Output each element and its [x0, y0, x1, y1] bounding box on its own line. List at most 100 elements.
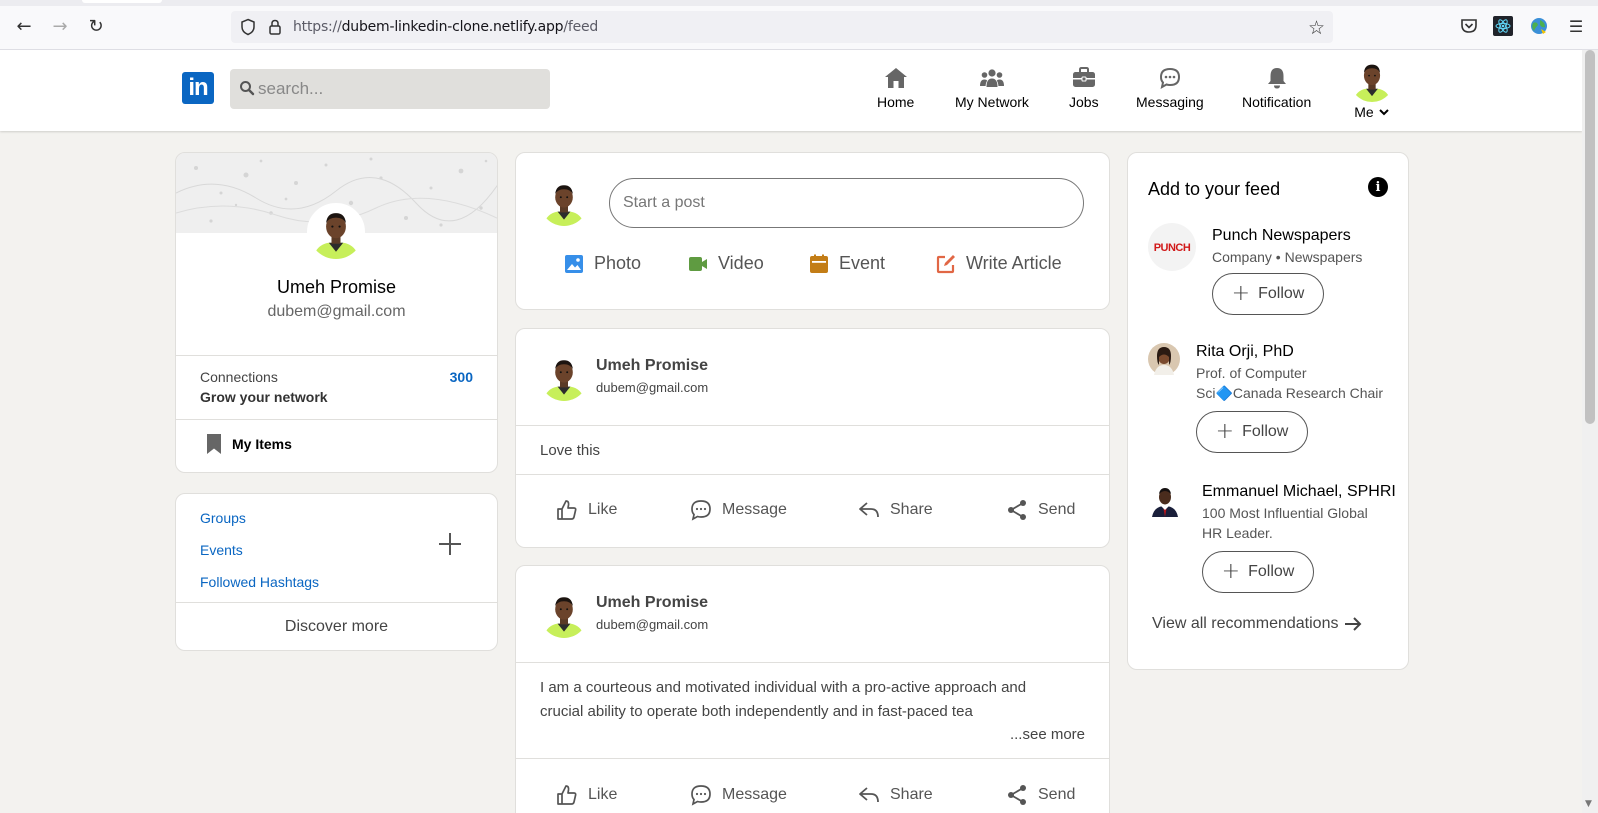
divider [176, 602, 497, 603]
nav-home[interactable]: Home [877, 66, 914, 110]
rec-avatar[interactable] [1148, 343, 1180, 375]
url-path: /feed [563, 19, 599, 35]
connections-count[interactable]: 300 [450, 369, 473, 385]
feed-post: Umeh Promise dubem@gmail.com I am a cour… [515, 565, 1110, 813]
share-button[interactable]: Share [858, 499, 933, 521]
write-article-button[interactable]: Write Article [936, 253, 1062, 274]
rec-subtitle: Prof. of Computer [1196, 365, 1307, 381]
grow-network-link[interactable]: Grow your network [200, 389, 328, 405]
browser-toolbar: ← → ↻ https://dubem-linkedin-clone.netli… [0, 0, 1598, 50]
video-button[interactable]: Video [688, 253, 764, 274]
event-button[interactable]: Event [809, 253, 885, 274]
post-text-line: I am a courteous and motivated individua… [540, 679, 1027, 696]
add-event-plus-icon[interactable] [438, 532, 462, 556]
message-button[interactable]: Message [690, 499, 787, 521]
calendar-icon [810, 254, 828, 273]
video-label: Video [718, 253, 764, 273]
discover-more-link[interactable]: Discover more [176, 618, 497, 636]
search-input[interactable] [258, 69, 544, 109]
post-author-avatar[interactable] [540, 353, 588, 401]
chat-icon [691, 500, 711, 521]
post-text-line: crucial ability to operate both independ… [540, 703, 973, 720]
address-bar[interactable]: https://dubem-linkedin-clone.netlify.app… [231, 11, 1333, 43]
post-author-name[interactable]: Umeh Promise [596, 357, 708, 375]
rec-avatar[interactable] [1148, 483, 1182, 517]
nav-me[interactable]: Me [1350, 58, 1394, 120]
send-button[interactable]: Send [1006, 499, 1075, 521]
add-to-feed-title: Add to your feed [1148, 179, 1281, 199]
profile-avatar[interactable] [307, 203, 365, 261]
follow-button[interactable]: + Follow [1196, 411, 1308, 453]
see-more-link[interactable]: ...see more [1010, 726, 1085, 743]
nav-jobs[interactable]: Jobs [1069, 66, 1099, 110]
search-box[interactable] [230, 69, 550, 109]
bookmark-star-icon[interactable]: ☆ [1308, 17, 1325, 39]
share-button[interactable]: Share [858, 784, 933, 806]
follow-button[interactable]: + Follow [1212, 273, 1324, 315]
rec-name[interactable]: Emmanuel Michael, SPHRI [1202, 483, 1396, 501]
active-tab[interactable] [82, 0, 162, 3]
tab-strip [0, 0, 1598, 6]
share-label: Share [890, 786, 933, 803]
globe-extension-icon[interactable] [1529, 16, 1549, 36]
share-nodes-icon [1008, 500, 1026, 520]
shield-icon[interactable] [239, 18, 257, 36]
punch-logo[interactable]: PUNCH [1148, 223, 1196, 271]
like-button[interactable]: Like [556, 784, 617, 806]
nav-notification[interactable]: Notification [1242, 66, 1311, 110]
thumbs-up-icon [557, 500, 577, 520]
back-icon[interactable]: ← [12, 14, 36, 38]
send-button[interactable]: Send [1006, 784, 1075, 806]
pocket-icon[interactable] [1459, 16, 1479, 36]
my-items-link[interactable]: My Items [206, 433, 292, 455]
nav-my-network[interactable]: My Network [955, 66, 1029, 110]
groups-link[interactable]: Groups [200, 510, 246, 526]
followed-hashtags-link[interactable]: Followed Hashtags [200, 574, 319, 590]
rec-subtitle: HR Leader. [1202, 525, 1273, 541]
share-label: Share [890, 501, 933, 518]
linkedin-logo[interactable]: in [182, 72, 214, 104]
profile-card: Umeh Promise dubem@gmail.com Connections… [175, 152, 498, 473]
arrow-right-icon [1345, 617, 1362, 631]
view-all-recommendations-link[interactable]: View all recommendations [1152, 615, 1362, 633]
message-label: Message [722, 501, 787, 518]
menu-icon[interactable]: ☰ [1564, 14, 1588, 38]
message-button[interactable]: Message [690, 784, 787, 806]
plus-icon: + [1215, 419, 1235, 444]
rec-name[interactable]: Punch Newspapers [1212, 227, 1351, 245]
event-label: Event [839, 253, 886, 273]
bell-icon [1267, 68, 1286, 89]
svg-text:PUNCH: PUNCH [1154, 242, 1191, 254]
like-button[interactable]: Like [556, 499, 617, 521]
post-author-name[interactable]: Umeh Promise [596, 594, 708, 612]
divider [516, 425, 1109, 426]
nav-home-label: Home [877, 94, 915, 110]
page-scrollbar[interactable]: ▼ [1582, 50, 1598, 813]
me-avatar [1350, 58, 1394, 102]
forward-icon[interactable]: → [48, 14, 72, 38]
nav-my-network-label: My Network [955, 94, 1029, 110]
follow-label: Follow [1242, 423, 1289, 440]
me-menu[interactable]: Me [1354, 104, 1389, 120]
my-items-label: My Items [232, 436, 292, 452]
follow-button[interactable]: + Follow [1202, 551, 1314, 593]
rec-name[interactable]: Rita Orji, PhD [1196, 343, 1294, 361]
events-link[interactable]: Events [200, 542, 243, 558]
scroll-down-arrow[interactable]: ▼ [1585, 799, 1592, 809]
connections-label[interactable]: Connections [200, 369, 278, 385]
scrollbar-thumb[interactable] [1585, 50, 1595, 424]
photo-button[interactable]: Photo [564, 253, 641, 274]
rec-subtitle: 100 Most Influential Global [1202, 505, 1368, 521]
post-author-avatar[interactable] [540, 590, 588, 638]
react-devtools-icon[interactable] [1493, 16, 1513, 36]
nav-messaging[interactable]: Messaging [1136, 66, 1204, 110]
nav-notification-label: Notification [1242, 94, 1312, 110]
chat-icon [1159, 67, 1180, 89]
nav-jobs-label: Jobs [1069, 94, 1099, 110]
reload-icon[interactable]: ↻ [84, 14, 108, 38]
start-post-input[interactable]: Start a post [609, 178, 1084, 228]
like-label: Like [588, 501, 618, 518]
profile-name[interactable]: Umeh Promise [176, 277, 497, 298]
info-icon[interactable]: i [1368, 177, 1388, 197]
lock-icon[interactable] [266, 18, 284, 36]
